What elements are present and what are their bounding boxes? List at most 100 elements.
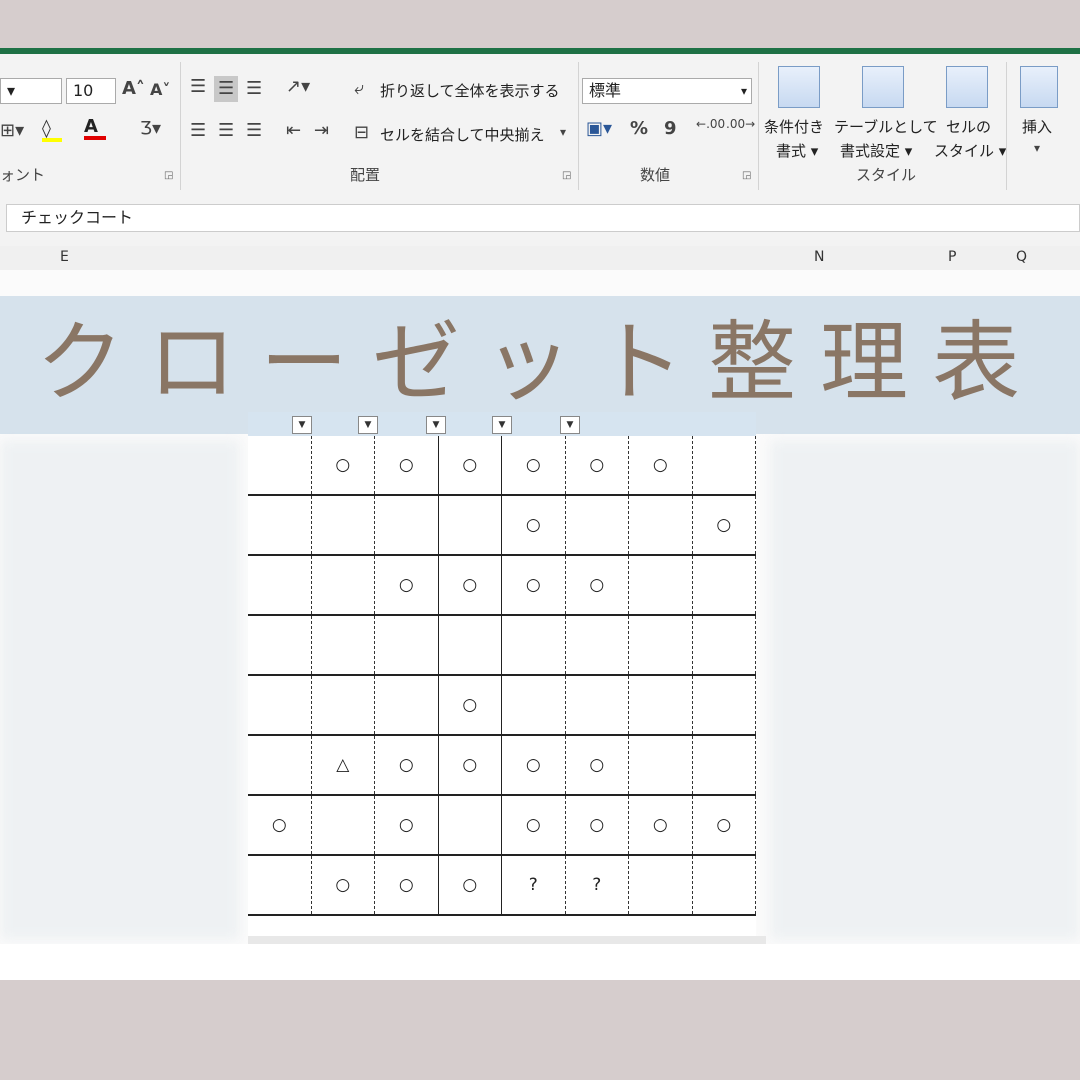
table-cell[interactable] [311, 615, 375, 676]
table-cell[interactable]: ○ [565, 735, 629, 796]
table-cell[interactable]: ○ [501, 436, 566, 496]
table-cell[interactable]: ? [501, 855, 566, 916]
table-cell[interactable] [311, 795, 375, 856]
table-cell[interactable] [628, 855, 693, 916]
number-dialog-launcher-icon[interactable]: ◲ [742, 170, 751, 181]
table-cell[interactable] [692, 436, 756, 496]
table-cell[interactable]: ○ [565, 795, 629, 856]
table-cell[interactable]: ○ [565, 436, 629, 496]
filter-dropdown-icon[interactable]: ▼ [560, 416, 580, 434]
align-middle-icon[interactable]: ☰ [214, 76, 239, 102]
table-cell[interactable]: ○ [438, 855, 502, 916]
table-cell[interactable]: ? [565, 855, 629, 916]
align-top-icon[interactable]: ☰ [190, 78, 206, 96]
accounting-format-icon[interactable]: ▣▾ [586, 120, 612, 138]
table-cell[interactable]: ○ [438, 675, 502, 736]
table-cell[interactable] [311, 675, 375, 736]
table-cell[interactable]: ○ [692, 495, 756, 556]
font-dialog-launcher-icon[interactable]: ◲ [164, 170, 173, 181]
table-cell[interactable] [248, 436, 312, 496]
align-right-icon[interactable]: ☰ [246, 122, 262, 140]
column-header-n[interactable]: N [814, 249, 824, 265]
table-cell[interactable] [438, 615, 502, 676]
table-cell[interactable]: ○ [311, 855, 375, 916]
percent-style-icon[interactable]: % [630, 120, 648, 138]
table-cell[interactable] [248, 615, 312, 676]
shrink-font-icon[interactable]: A˅ [150, 82, 170, 98]
table-cell[interactable]: ○ [501, 495, 566, 556]
column-header-q[interactable]: Q [1016, 249, 1027, 265]
filter-dropdown-icon[interactable]: ▼ [492, 416, 512, 434]
filter-dropdown-icon[interactable]: ▼ [292, 416, 312, 434]
table-cell[interactable]: ○ [374, 436, 439, 496]
table-cell[interactable] [565, 615, 629, 676]
font-name-dropdown[interactable]: ▾ [0, 78, 62, 104]
table-cell[interactable] [374, 675, 439, 736]
table-cell[interactable] [248, 555, 312, 616]
table-cell[interactable]: △ [311, 735, 375, 796]
table-cell[interactable]: ○ [438, 436, 502, 496]
table-cell[interactable] [565, 495, 629, 556]
table-cell[interactable]: ○ [248, 795, 312, 856]
table-cell[interactable]: ○ [565, 555, 629, 616]
table-cell[interactable] [374, 615, 439, 676]
table-cell[interactable] [438, 795, 502, 856]
table-cell[interactable]: ○ [374, 855, 439, 916]
table-cell[interactable] [628, 495, 693, 556]
table-cell[interactable] [692, 555, 756, 616]
table-cell[interactable] [692, 675, 756, 736]
decrease-decimal-icon[interactable]: .00→ [726, 118, 755, 130]
table-cell[interactable]: ○ [438, 555, 502, 616]
increase-indent-icon[interactable]: ⇥ [314, 122, 329, 140]
font-size-dropdown[interactable]: 10 [66, 78, 116, 104]
table-cell[interactable]: ○ [501, 555, 566, 616]
table-cell[interactable]: ○ [374, 735, 439, 796]
filter-dropdown-icon[interactable]: ▼ [358, 416, 378, 434]
table-cell[interactable]: ○ [374, 795, 439, 856]
table-cell[interactable] [248, 735, 312, 796]
table-cell[interactable] [628, 675, 693, 736]
table-cell[interactable] [628, 735, 693, 796]
table-cell[interactable] [501, 615, 566, 676]
table-cell[interactable]: ○ [692, 795, 756, 856]
table-cell[interactable] [692, 735, 756, 796]
table-cell[interactable] [628, 555, 693, 616]
table-cell[interactable] [628, 615, 693, 676]
table-cell[interactable] [311, 495, 375, 556]
align-center-icon[interactable]: ☰ [218, 122, 234, 140]
grow-font-icon[interactable]: A˄ [122, 80, 145, 98]
table-cell[interactable]: ○ [438, 735, 502, 796]
filter-dropdown-icon[interactable]: ▼ [426, 416, 446, 434]
font-color-icon[interactable]: A [84, 118, 106, 140]
orientation-icon[interactable]: ↗▾ [286, 78, 310, 96]
formula-input[interactable]: チェックコート [6, 204, 1080, 232]
table-cell[interactable]: ○ [628, 795, 693, 856]
table-cell[interactable] [501, 675, 566, 736]
phonetic-icon[interactable]: Ӡ▾ [140, 120, 161, 138]
fill-color-icon[interactable]: ◊ [42, 120, 62, 142]
table-cell[interactable] [692, 615, 756, 676]
table-cell[interactable]: ○ [501, 735, 566, 796]
table-cell[interactable] [248, 855, 312, 916]
table-cell[interactable] [692, 855, 756, 916]
table-cell[interactable]: ○ [374, 555, 439, 616]
alignment-dialog-launcher-icon[interactable]: ◲ [562, 170, 571, 181]
table-cell[interactable] [248, 495, 312, 556]
align-left-icon[interactable]: ☰ [190, 122, 206, 140]
decrease-indent-icon[interactable]: ⇤ [286, 122, 301, 140]
column-header-p[interactable]: P [948, 249, 956, 265]
table-cell[interactable] [248, 675, 312, 736]
table-cell[interactable] [565, 675, 629, 736]
number-format-dropdown[interactable]: 標準 ▾ [582, 78, 752, 104]
table-cell[interactable]: ○ [628, 436, 693, 496]
table-cell[interactable]: ○ [311, 436, 375, 496]
align-bottom-icon[interactable]: ☰ [246, 80, 262, 98]
border-icon[interactable]: ⊞▾ [0, 122, 24, 140]
increase-decimal-icon[interactable]: ←.00 [696, 118, 725, 130]
table-cell[interactable] [438, 495, 502, 556]
comma-style-icon[interactable]: 9 [664, 120, 677, 138]
table-cell[interactable] [311, 555, 375, 616]
table-cell[interactable] [374, 495, 439, 556]
table-cell[interactable]: ○ [501, 795, 566, 856]
column-header-e[interactable]: E [60, 249, 69, 265]
